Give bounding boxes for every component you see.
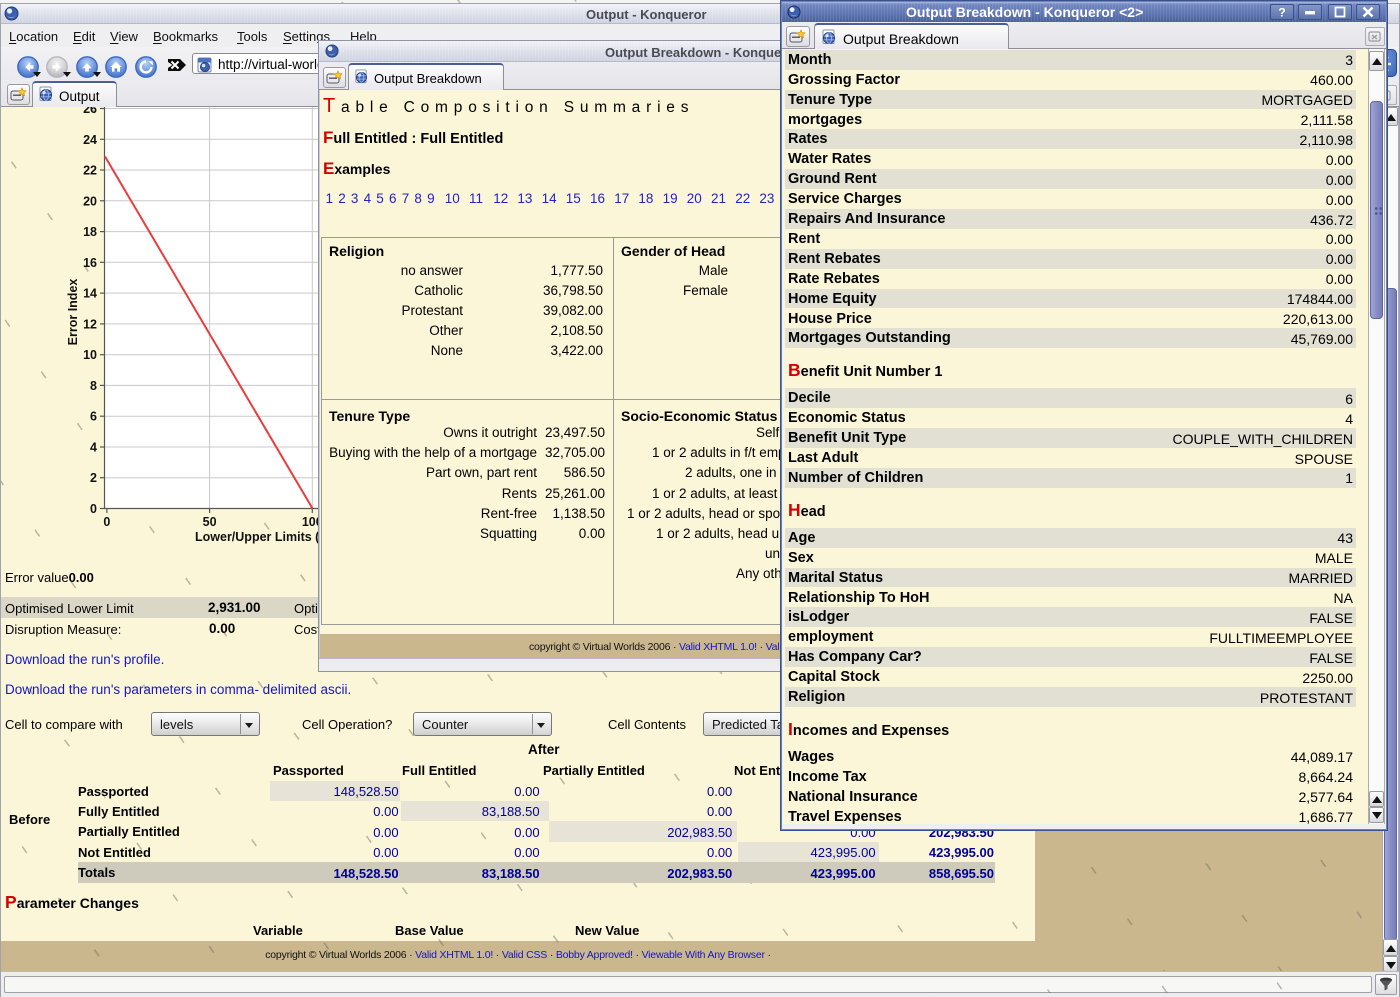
svg-text:16: 16 [83, 256, 97, 270]
svg-text:6: 6 [90, 410, 97, 424]
svg-text:14: 14 [83, 287, 97, 301]
svg-text:4: 4 [90, 441, 97, 455]
svg-text:18: 18 [83, 225, 97, 239]
svg-text:8: 8 [90, 379, 97, 393]
svg-text:Error Index: Error Index [66, 279, 80, 346]
svg-text:?: ? [1278, 6, 1285, 20]
svg-text:26: 26 [83, 107, 97, 116]
svg-text:10: 10 [83, 348, 97, 362]
svg-text:2: 2 [90, 471, 97, 485]
svg-text:0: 0 [103, 515, 110, 529]
svg-text:20: 20 [83, 194, 97, 208]
svg-text:12: 12 [83, 317, 97, 331]
svg-text:24: 24 [83, 133, 97, 147]
svg-text:0: 0 [90, 502, 97, 516]
svg-text:50: 50 [203, 515, 217, 529]
svg-text:22: 22 [83, 164, 97, 178]
